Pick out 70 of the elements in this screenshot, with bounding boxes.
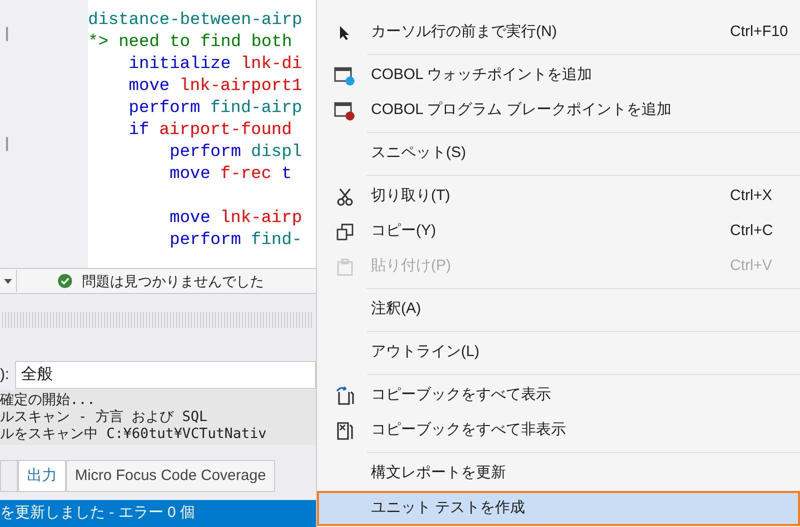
- menu-label: カーソル行の前まで実行(N): [371, 22, 558, 42]
- menu-item[interactable]: COBOL プログラム ブレークポイントを追加: [317, 93, 800, 128]
- issues-status: 問題は見つかりませんでした: [82, 272, 264, 290]
- menu-item[interactable]: アウトライン(L): [317, 335, 800, 370]
- code-token: f-rec: [220, 164, 272, 186]
- code-editor[interactable]: distance-between-airp *> need to find both initialize lnk-di move lnk-airport1 perform find-airp if airport-found perform displ move f-rec t move lnk-airp perform find-: [0, 0, 316, 268]
- output-line: 確定の開始...: [0, 392, 96, 409]
- page-cross-icon: [335, 420, 355, 440]
- caret-icon: [4, 278, 12, 284]
- menu-label: 貼り付け(P): [371, 256, 452, 276]
- shortcut-text: Ctrl+X: [730, 186, 774, 206]
- menu-item[interactable]: コピーブックをすべて表示: [317, 378, 800, 413]
- code-token: move: [128, 76, 170, 98]
- code-token: if: [128, 120, 150, 142]
- pointer-icon: [339, 24, 351, 40]
- window-breakpoint-icon: [334, 100, 356, 120]
- menu-label: ユニット テストを作成: [371, 498, 526, 518]
- window-watch-icon: [334, 66, 356, 86]
- output-line: ルスキャン - 方言 および SQL: [0, 409, 208, 426]
- code-token: distance-between-airp: [88, 10, 302, 32]
- menu-item[interactable]: 注釈(A): [317, 292, 800, 327]
- code-token: displ: [251, 142, 302, 164]
- code-token: *> need to find both: [88, 32, 292, 54]
- menu-label: 注釈(A): [371, 299, 422, 320]
- code-token: t: [281, 164, 292, 186]
- menu-label: コピーブックをすべて非表示: [371, 420, 567, 440]
- code-token: find-airp: [210, 98, 302, 120]
- shortcut-text: Ctrl+V: [730, 256, 774, 276]
- menu-label: コピーブックをすべて表示: [371, 385, 552, 406]
- code-token: airport-found: [159, 120, 292, 142]
- gutter-marker: [6, 137, 8, 151]
- menu-item[interactable]: コピーブックをすべて非表示: [317, 413, 800, 448]
- code-token: initialize: [128, 54, 231, 76]
- check-circle-icon: [58, 274, 72, 288]
- menu-label: COBOL プログラム ブレークポイントを追加: [371, 100, 672, 120]
- source-combo[interactable]: 全般: [15, 361, 316, 389]
- menu-label: COBOL ウォッチポイントを追加: [371, 65, 594, 86]
- menu-item[interactable]: ユニット テストを作成: [317, 491, 800, 526]
- menu-label: アウトライン(L): [371, 342, 480, 362]
- status-text: を更新しました - エラー 0 個: [0, 503, 196, 524]
- code-token: lnk-di: [240, 54, 302, 76]
- code-token: perform: [128, 98, 200, 120]
- page-arrow-icon: [335, 386, 355, 406]
- code-token: perform: [168, 142, 242, 164]
- menu-item[interactable]: COBOL ウォッチポイントを追加: [317, 58, 800, 93]
- code-token: move: [168, 208, 210, 230]
- menu-item[interactable]: 構文レポートを更新: [317, 456, 800, 491]
- code-token: find-: [251, 230, 302, 252]
- output-line: ルをスキャン中 C:¥60tut¥VCTutNativ: [0, 426, 267, 443]
- menu-label: 切り取り(T): [371, 186, 452, 206]
- panel-tab[interactable]: 出力: [18, 460, 66, 492]
- panel-tab[interactable]: Micro Focus Code Coverage: [66, 460, 275, 492]
- shortcut-text: Ctrl+C: [730, 221, 774, 242]
- menu-label: スニペット(S): [371, 143, 467, 164]
- menu-item[interactable]: コピー(Y) Ctrl+C: [317, 214, 800, 249]
- code-token: move: [168, 164, 210, 186]
- clipboard-icon: [336, 258, 354, 276]
- code-token: lnk-airp: [220, 208, 302, 230]
- shortcut-text: Ctrl+F10: [730, 22, 789, 42]
- menu-item[interactable]: スニペット(S): [317, 136, 800, 171]
- menu-item[interactable]: カーソル行の前まで実行(N) Ctrl+F10: [317, 15, 800, 50]
- scissors-icon: [336, 188, 354, 206]
- menu-item[interactable]: 切り取り(T) Ctrl+X: [317, 179, 800, 214]
- code-token: perform: [168, 230, 242, 252]
- menu-label: コピー(Y): [371, 221, 437, 242]
- gutter-marker: [6, 27, 8, 41]
- copy-icon: [336, 222, 354, 240]
- source-label: ):: [0, 364, 10, 385]
- menu-label: 構文レポートを更新: [371, 463, 507, 484]
- code-token: lnk-airport1: [180, 76, 302, 98]
